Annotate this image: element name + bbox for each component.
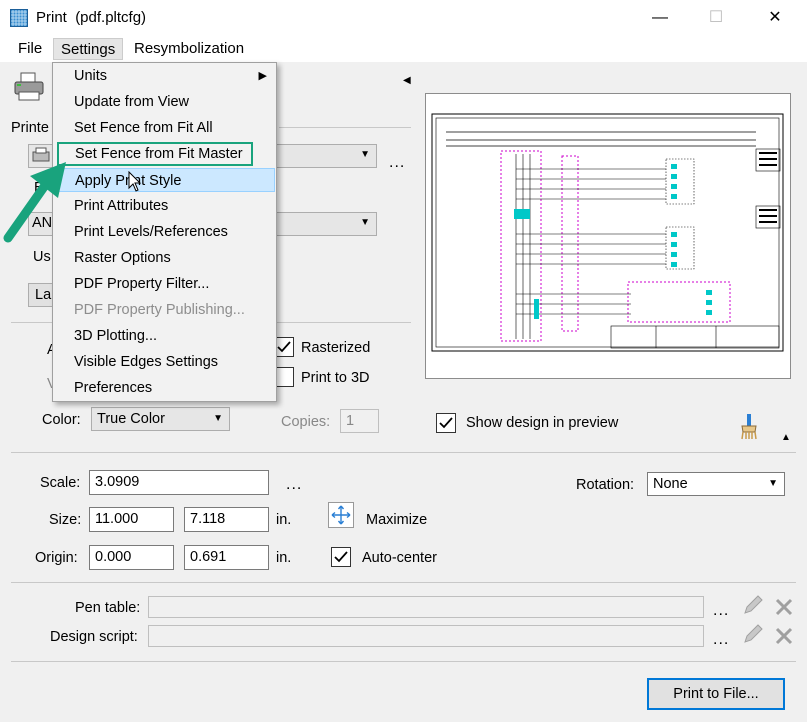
window-title: Print (pdf.pltcfg) xyxy=(36,9,146,26)
menu-item-units-label: Units xyxy=(74,68,108,84)
pen-table-label: Pen table: xyxy=(75,600,141,616)
print-to-file-button[interactable]: Print to File... xyxy=(647,678,785,710)
copies-input[interactable]: 1 xyxy=(340,409,379,433)
maximize-button[interactable]: ☐ xyxy=(693,4,739,32)
design-script-more-button[interactable]: ... xyxy=(713,631,729,649)
design-script-input[interactable] xyxy=(148,625,704,647)
show-design-label: Show design in preview xyxy=(466,415,619,431)
menu-item-fence-fit-all[interactable]: Set Fence from Fit All xyxy=(54,116,275,140)
menu-settings[interactable]: Settings xyxy=(53,38,124,60)
print-to-3d-label: Print to 3D xyxy=(301,370,370,386)
mouse-cursor-icon xyxy=(128,170,142,197)
chevron-down-icon: ▼ xyxy=(768,478,778,489)
scale-separator xyxy=(11,452,796,453)
menu-item-print-levels[interactable]: Print Levels/References xyxy=(54,220,275,244)
minimize-button[interactable]: — xyxy=(637,4,683,32)
pen-separator xyxy=(11,582,796,583)
footer-separator xyxy=(11,661,796,662)
menu-item-visible-edges[interactable]: Visible Edges Settings xyxy=(54,350,275,374)
rasterized-label: Rasterized xyxy=(301,340,371,356)
color-label: Color: xyxy=(42,412,81,428)
menu-item-units[interactable]: Units ▶ xyxy=(54,64,275,88)
printer-separator xyxy=(279,127,411,128)
annotation-arrow-icon xyxy=(0,158,70,248)
origin-unit: in. xyxy=(276,550,292,566)
menu-item-pdf-property-publishing: PDF Property Publishing... xyxy=(74,302,245,318)
pen-table-more-button[interactable]: ... xyxy=(713,602,729,620)
design-script-clear-icon[interactable] xyxy=(774,626,794,650)
origin-x-input[interactable]: 0.000 xyxy=(89,545,174,570)
size-height-input[interactable]: 7.118 xyxy=(184,507,269,532)
print-app-icon xyxy=(10,9,28,27)
origin-label: Origin: xyxy=(35,550,78,566)
pen-table-clear-icon[interactable] xyxy=(774,597,794,621)
maximize-icon[interactable] xyxy=(328,502,354,528)
rotation-value: None xyxy=(653,476,688,492)
rotation-label: Rotation: xyxy=(576,477,635,493)
chevron-down-icon: ▼ xyxy=(213,413,223,424)
printer-more-button[interactable]: ... xyxy=(389,154,405,172)
scale-more-button[interactable]: ... xyxy=(286,476,302,494)
pen-table-edit-icon[interactable] xyxy=(742,594,764,622)
menu-item-pdf-property-filter[interactable]: PDF Property Filter... xyxy=(54,272,275,296)
collapse-up-icon[interactable]: ▲ xyxy=(781,432,791,443)
menu-item-preferences[interactable]: Preferences xyxy=(54,376,275,400)
show-design-checkbox[interactable] xyxy=(436,413,456,433)
collapse-left-icon[interactable]: ◀ xyxy=(403,75,411,86)
auto-center-label: Auto-center xyxy=(362,550,437,566)
maximize-label: Maximize xyxy=(366,512,428,528)
submenu-arrow-icon: ▶ xyxy=(258,70,267,82)
printer-icon[interactable] xyxy=(13,72,45,102)
settings-menu: Units ▶ Update from View Set Fence from … xyxy=(52,62,277,402)
design-script-edit-icon[interactable] xyxy=(742,623,764,649)
rasterized-checkbox[interactable] xyxy=(274,337,294,357)
paintbrush-icon[interactable] xyxy=(738,412,760,440)
rotation-combo[interactable]: None ▼ xyxy=(647,472,785,496)
window-title-config: (pdf.pltcfg) xyxy=(75,9,147,26)
size-label: Size: xyxy=(49,512,82,528)
color-value: True Color xyxy=(97,411,165,427)
chevron-down-icon: ▼ xyxy=(360,149,370,160)
size-width-input[interactable]: 11.000 xyxy=(89,507,174,532)
print-to-3d-checkbox[interactable] xyxy=(274,367,294,387)
menu-item-raster-options[interactable]: Raster Options xyxy=(54,246,275,270)
menu-resymbolization[interactable]: Resymbolization xyxy=(127,38,251,60)
menu-item-update-from-view[interactable]: Update from View xyxy=(54,90,275,114)
menu-item-fence-fit-master[interactable]: Set Fence from Fit Master xyxy=(57,142,253,166)
design-script-label: Design script: xyxy=(50,629,138,645)
menu-item-print-attributes[interactable]: Print Attributes xyxy=(54,194,275,218)
printer-label: Printe xyxy=(11,120,49,136)
close-button[interactable]: ✕ xyxy=(752,4,798,32)
chevron-down-icon: ▼ xyxy=(360,217,370,228)
origin-y-input[interactable]: 0.691 xyxy=(184,545,269,570)
color-combo[interactable]: True Color ▼ xyxy=(91,407,230,431)
preview-drawing xyxy=(431,113,784,352)
menu-item-3d-plotting[interactable]: 3D Plotting... xyxy=(54,324,275,348)
window-title-main: Print xyxy=(36,9,67,26)
usable-area-label: Us xyxy=(33,249,51,265)
menu-file[interactable]: File xyxy=(11,38,49,60)
menu-item-apply-print-style[interactable]: Apply Print Style xyxy=(54,168,275,192)
copies-label: Copies: xyxy=(281,414,331,430)
scale-input[interactable]: 3.0909 xyxy=(89,470,269,495)
pen-table-input[interactable] xyxy=(148,596,704,618)
auto-center-checkbox[interactable] xyxy=(331,547,351,567)
scale-label: Scale: xyxy=(40,475,81,491)
print-preview xyxy=(425,93,791,379)
size-unit: in. xyxy=(276,512,292,528)
